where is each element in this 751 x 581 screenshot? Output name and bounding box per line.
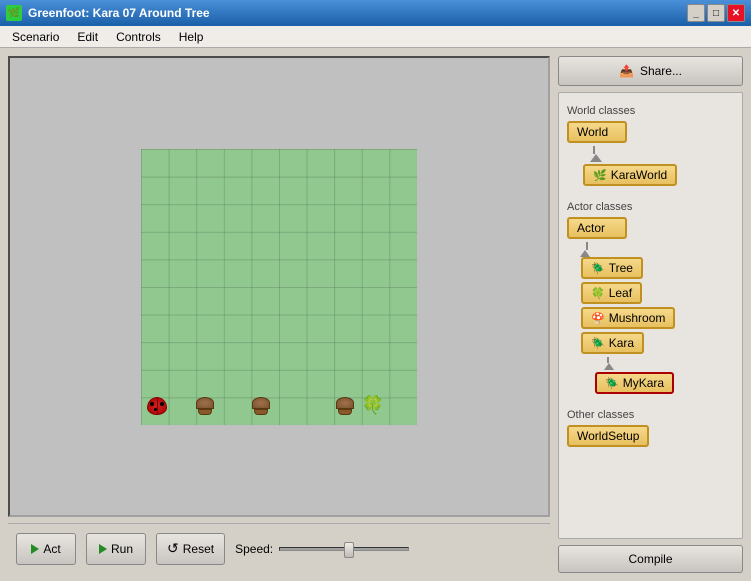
world-class-box[interactable]: World <box>567 121 627 143</box>
speed-section: Speed: <box>235 542 409 556</box>
menu-controls[interactable]: Controls <box>108 28 169 46</box>
speed-thumb[interactable] <box>344 542 354 558</box>
title-bar: 🌿 Greenfoot: Kara 07 Around Tree _ □ ✕ <box>0 0 751 26</box>
other-section: Other classes WorldSetup <box>567 405 734 450</box>
menu-bar: Scenario Edit Controls Help <box>0 26 751 48</box>
actor-section-label: Actor classes <box>567 201 734 213</box>
kara-sprite <box>145 394 169 418</box>
mykara-class-box[interactable]: 🪲 MyKara <box>595 372 674 394</box>
world-section: World classes World 🌿 KaraWorld <box>567 101 734 189</box>
other-section-label: Other classes <box>567 409 734 421</box>
kara-class-box[interactable]: 🪲 Kara <box>581 332 644 354</box>
worldsetup-class-box[interactable]: WorldSetup <box>567 425 649 447</box>
reset-label: Reset <box>183 542 214 556</box>
worldsetup-class-label: WorldSetup <box>577 429 639 443</box>
mykara-class-row: 🪲 MyKara <box>595 372 734 394</box>
run-label: Run <box>111 542 133 556</box>
speed-slider[interactable] <box>279 547 409 551</box>
tree-class-row: 🪲 Tree <box>581 257 734 279</box>
close-button[interactable]: ✕ <box>727 4 745 22</box>
run-icon <box>99 544 107 554</box>
maximize-button[interactable]: □ <box>707 4 725 22</box>
act-icon <box>31 544 39 554</box>
app-icon: 🌿 <box>6 5 22 21</box>
compile-label: Compile <box>628 552 672 566</box>
leaf-class-label: Leaf <box>609 286 632 300</box>
controls-bar: Act Run ↺ Reset Speed: <box>8 523 550 573</box>
mykara-class-label: MyKara <box>623 376 664 390</box>
worldsetup-class-row: WorldSetup <box>567 425 734 447</box>
karaworld-class-box[interactable]: 🌿 KaraWorld <box>583 164 677 186</box>
reset-button[interactable]: ↺ Reset <box>156 533 225 565</box>
kara-class-label: Kara <box>609 336 634 350</box>
run-button[interactable]: Run <box>86 533 146 565</box>
world-class-row: World <box>567 121 734 143</box>
world-section-label: World classes <box>567 105 734 117</box>
share-button[interactable]: 📤 Share... <box>558 56 743 86</box>
minimize-button[interactable]: _ <box>687 4 705 22</box>
kara-class-row: 🪲 Kara <box>581 332 734 354</box>
reset-icon: ↺ <box>167 540 179 557</box>
world-class-label: World <box>577 125 608 139</box>
grid-lines <box>141 149 417 425</box>
menu-edit[interactable]: Edit <box>69 28 106 46</box>
tree-class-box[interactable]: 🪲 Tree <box>581 257 643 279</box>
mushroom-class-label: Mushroom <box>609 311 666 325</box>
window-controls[interactable]: _ □ ✕ <box>687 4 745 22</box>
share-label: Share... <box>640 64 682 78</box>
leaf-class-box[interactable]: 🍀 Leaf <box>581 282 642 304</box>
act-button[interactable]: Act <box>16 533 76 565</box>
left-panel: 🍀 Act Run ↺ Reset Speed: <box>8 56 550 573</box>
class-panel: World classes World 🌿 KaraWorld <box>558 92 743 539</box>
actor-class-row: Actor <box>567 217 734 239</box>
tree-class-label: Tree <box>609 261 633 275</box>
speed-label: Speed: <box>235 542 273 556</box>
compile-button[interactable]: Compile <box>558 545 743 573</box>
right-panel: 📤 Share... World classes World <box>558 56 743 573</box>
menu-scenario[interactable]: Scenario <box>4 28 67 46</box>
tree-sprite-2 <box>249 394 273 418</box>
menu-help[interactable]: Help <box>171 28 212 46</box>
mushroom-class-box[interactable]: 🍄 Mushroom <box>581 307 675 329</box>
actor-class-label: Actor <box>577 221 605 235</box>
leaf-class-row: 🍀 Leaf <box>581 282 734 304</box>
karaworld-class-label: KaraWorld <box>611 168 667 182</box>
actor-class-box[interactable]: Actor <box>567 217 627 239</box>
world-canvas: 🍀 <box>8 56 550 517</box>
tree-sprite-1 <box>193 394 217 418</box>
clover-sprite: 🍀 <box>361 394 385 418</box>
karaworld-class-row: 🌿 KaraWorld <box>583 164 734 186</box>
act-label: Act <box>43 542 60 556</box>
actor-section: Actor classes Actor <box>567 197 734 397</box>
mushroom-class-row: 🍄 Mushroom <box>581 307 734 329</box>
share-icon: 📤 <box>619 64 634 78</box>
grid-area: 🍀 <box>141 149 417 425</box>
main-content: 🍀 Act Run ↺ Reset Speed: <box>0 48 751 581</box>
tree-sprite-3 <box>333 394 357 418</box>
window-title: Greenfoot: Kara 07 Around Tree <box>28 6 210 20</box>
